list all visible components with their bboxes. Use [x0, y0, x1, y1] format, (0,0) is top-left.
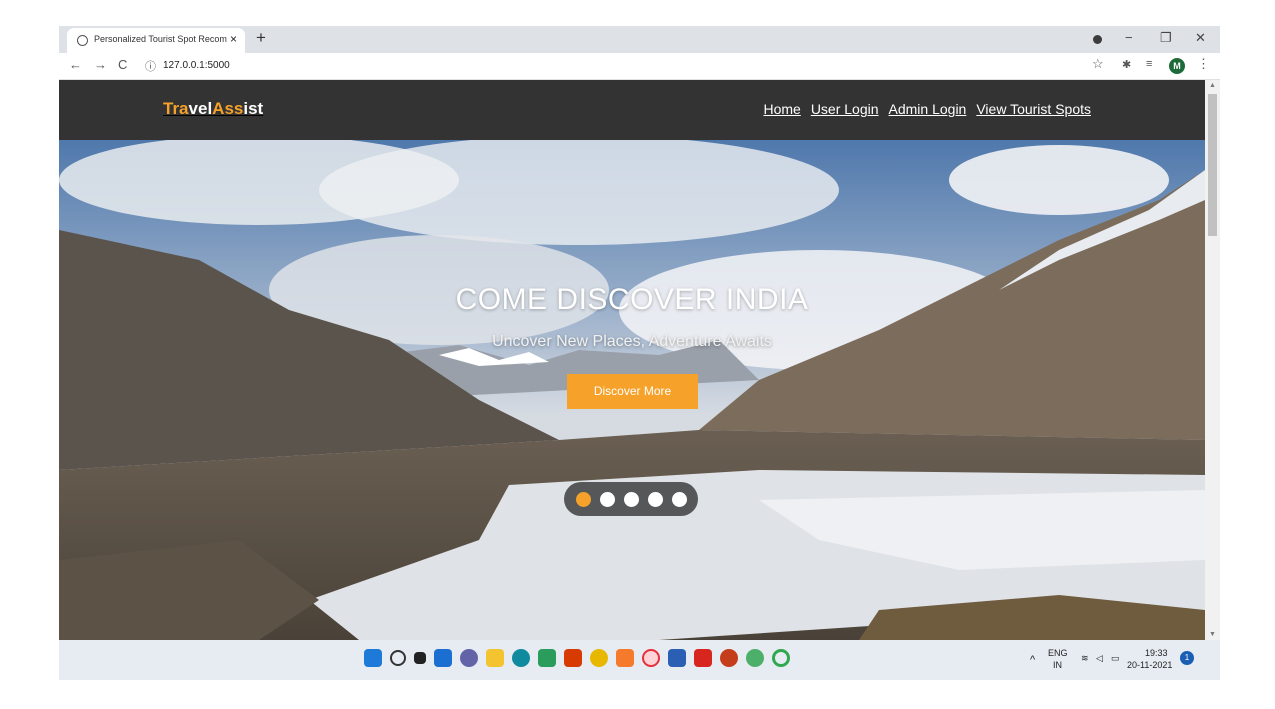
- browser-tab[interactable]: Personalized Tourist Spot Recomm ×: [67, 28, 245, 53]
- globe-app-icon[interactable]: [746, 649, 764, 667]
- extensions-icon[interactable]: ✱: [1122, 58, 1131, 71]
- browser-toolbar: ← → C ⓘ 127.0.0.1:5000 ☆ ✱ ≡ M ⋮: [59, 53, 1220, 80]
- reading-list-icon[interactable]: ≡: [1146, 58, 1152, 70]
- carousel-indicators: [564, 482, 698, 516]
- office-icon[interactable]: [564, 649, 582, 667]
- logo-part-2: vel: [188, 99, 213, 118]
- carousel-dot[interactable]: [575, 491, 591, 507]
- scrollbar-thumb[interactable]: [1208, 94, 1217, 236]
- xampp-icon[interactable]: [616, 649, 634, 667]
- profile-avatar[interactable]: M: [1169, 58, 1185, 74]
- web-page: TravelAssist Home User Login Admin Login…: [59, 80, 1205, 640]
- edge-icon[interactable]: [512, 649, 530, 667]
- site-navbar: TravelAssist Home User Login Admin Login…: [59, 80, 1205, 140]
- word-icon[interactable]: [668, 649, 686, 667]
- battery-icon[interactable]: ▭: [1111, 653, 1120, 664]
- chrome-icon[interactable]: [590, 649, 608, 667]
- forward-button[interactable]: →: [94, 57, 107, 72]
- bookmark-star-icon[interactable]: ☆: [1092, 56, 1104, 72]
- reload-button[interactable]: C: [118, 57, 127, 72]
- carousel-dot[interactable]: [647, 491, 663, 507]
- browser-window: Personalized Tourist Spot Recomm × + − ❐…: [59, 26, 1220, 680]
- search-icon[interactable]: [390, 650, 406, 666]
- opera-icon[interactable]: [642, 649, 660, 667]
- widgets-icon[interactable]: [434, 649, 452, 667]
- windows-taskbar: ^ ENG IN ≋ ◁ ▭ 19:33 20-11-2021 1: [59, 640, 1220, 680]
- logo-part-4: ist: [243, 99, 264, 118]
- clock-time[interactable]: 19:33: [1145, 648, 1168, 658]
- acrobat-icon[interactable]: [694, 649, 712, 667]
- close-window-button[interactable]: ✕: [1195, 30, 1206, 46]
- logo-part-1: Tra: [163, 99, 189, 118]
- site-logo[interactable]: TravelAssist: [163, 99, 263, 119]
- hero-title: COME DISCOVER INDIA: [455, 283, 809, 316]
- windows-start-icon[interactable]: [364, 649, 382, 667]
- taskbar-apps: [364, 649, 790, 667]
- minimize-button[interactable]: −: [1125, 30, 1133, 45]
- back-button[interactable]: ←: [69, 57, 82, 72]
- globe-icon: [77, 35, 88, 46]
- volume-icon[interactable]: ◁: [1096, 653, 1103, 664]
- scroll-up-arrow-icon[interactable]: ▲: [1209, 82, 1216, 89]
- close-tab-icon[interactable]: ×: [230, 32, 237, 46]
- language-bottom[interactable]: IN: [1053, 660, 1062, 670]
- carousel-dot[interactable]: [671, 491, 687, 507]
- logo-part-3: Ass: [212, 99, 244, 118]
- task-view-icon[interactable]: [414, 652, 426, 664]
- page-scrollbar[interactable]: ▲ ▼: [1205, 80, 1220, 640]
- browser-menu-icon[interactable]: ⋮: [1197, 56, 1210, 72]
- restore-button[interactable]: ❐: [1160, 30, 1172, 46]
- address-bar[interactable]: ⓘ 127.0.0.1:5000: [139, 56, 1079, 76]
- tab-search-icon[interactable]: [1093, 35, 1102, 44]
- notification-badge[interactable]: 1: [1180, 651, 1194, 665]
- nav-home[interactable]: Home: [763, 101, 800, 117]
- powerpoint-icon[interactable]: [720, 649, 738, 667]
- nav-view-tourist-spots[interactable]: View Tourist Spots: [976, 101, 1091, 117]
- l-app-icon[interactable]: [538, 649, 556, 667]
- site-menu: Home User Login Admin Login View Tourist…: [763, 101, 1091, 117]
- new-tab-button[interactable]: +: [256, 28, 266, 48]
- carousel-dot[interactable]: [599, 491, 615, 507]
- wifi-icon[interactable]: ≋: [1081, 653, 1089, 664]
- url-text: 127.0.0.1:5000: [163, 60, 230, 71]
- teams-chat-icon[interactable]: [460, 649, 478, 667]
- circle-app-icon[interactable]: [772, 649, 790, 667]
- file-explorer-icon[interactable]: [486, 649, 504, 667]
- nav-admin-login[interactable]: Admin Login: [889, 101, 967, 117]
- site-info-icon[interactable]: ⓘ: [145, 58, 156, 74]
- tab-title: Personalized Tourist Spot Recomm: [94, 34, 227, 44]
- clock-date[interactable]: 20-11-2021: [1127, 660, 1172, 670]
- language-top[interactable]: ENG: [1048, 648, 1068, 658]
- hero-banner: COME DISCOVER INDIA Uncover New Places, …: [59, 140, 1205, 640]
- hero-subtitle: Uncover New Places, Adventure Awaits: [492, 333, 772, 350]
- carousel-dot[interactable]: [623, 491, 639, 507]
- discover-more-button[interactable]: Discover More: [567, 374, 698, 409]
- tray-chevron-icon[interactable]: ^: [1030, 654, 1035, 666]
- scroll-down-arrow-icon[interactable]: ▼: [1209, 631, 1216, 638]
- nav-user-login[interactable]: User Login: [811, 101, 879, 117]
- tab-strip: Personalized Tourist Spot Recomm × + − ❐…: [59, 26, 1220, 53]
